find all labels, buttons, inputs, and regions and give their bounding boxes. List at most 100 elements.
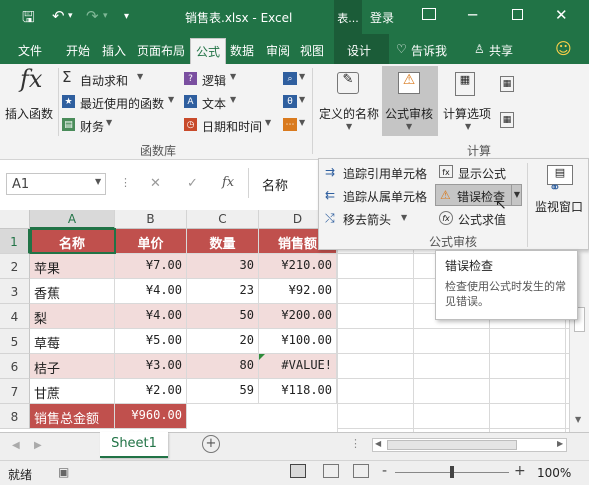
chevron-down-icon[interactable]: ▼ bbox=[168, 95, 174, 104]
row-header-1[interactable]: 1 bbox=[0, 229, 30, 254]
table-cell[interactable]: 20 bbox=[187, 329, 259, 354]
chevron-down-icon[interactable]: ▼ bbox=[265, 118, 271, 127]
tab-view[interactable]: 视图 bbox=[300, 42, 324, 59]
maximize-icon[interactable] bbox=[512, 9, 523, 20]
table-header-cell[interactable]: 单价 bbox=[115, 229, 187, 254]
tab-data[interactable]: 数据 bbox=[230, 42, 254, 59]
table-cell[interactable]: ¥100.00 bbox=[259, 329, 337, 354]
table-cell[interactable]: ¥200.00 bbox=[259, 304, 337, 329]
customize-toolbar-icon[interactable]: ▾ bbox=[124, 11, 129, 22]
row-header-8[interactable]: 8 bbox=[0, 404, 30, 429]
redo-icon[interactable]: ↷ bbox=[86, 7, 99, 25]
chevron-down-icon[interactable]: ▼ bbox=[299, 72, 305, 81]
autosum-button[interactable]: 自动求和 bbox=[80, 72, 128, 89]
table-cell[interactable]: 59 bbox=[187, 379, 259, 404]
table-cell[interactable]: 甘蔗 bbox=[30, 379, 115, 404]
zoom-in-button[interactable]: + bbox=[514, 463, 526, 479]
horizontal-scrollbar[interactable]: ◀ ▶ bbox=[372, 438, 567, 452]
table-cell[interactable]: ¥118.00 bbox=[259, 379, 337, 404]
table-cell[interactable]: 香蕉 bbox=[30, 279, 115, 304]
tab-page-layout[interactable]: 页面布局 bbox=[137, 42, 185, 59]
text-button[interactable]: 文本 bbox=[202, 95, 226, 112]
table-cell[interactable]: 50 bbox=[187, 304, 259, 329]
row-header-4[interactable]: 4 bbox=[0, 304, 30, 329]
table-cell[interactable]: 苹果 bbox=[30, 254, 115, 279]
chevron-down-icon[interactable]: ▼ bbox=[106, 118, 112, 127]
table-cell[interactable]: 80 bbox=[187, 354, 259, 379]
table-cell[interactable]: ¥4.00 bbox=[115, 304, 187, 329]
save-icon[interactable]: 🖫 bbox=[22, 7, 35, 32]
financial-button[interactable]: 财务 bbox=[80, 118, 104, 135]
datetime-button[interactable]: 日期和时间 bbox=[202, 118, 262, 135]
chevron-down-icon[interactable]: ▼ bbox=[230, 95, 236, 104]
chevron-down-icon[interactable]: ▼ bbox=[401, 213, 407, 222]
tab-formulas[interactable]: 公式 bbox=[190, 38, 226, 64]
page-break-view-icon[interactable] bbox=[353, 464, 369, 478]
scroll-down-icon[interactable]: ▼ bbox=[575, 415, 581, 424]
lookup-icon[interactable]: ⌕ bbox=[283, 72, 297, 85]
zoom-slider-thumb[interactable] bbox=[450, 466, 454, 478]
trace-precedents-button[interactable]: 追踪引用单元格 bbox=[343, 165, 427, 182]
macro-record-icon[interactable]: ▣ bbox=[58, 465, 69, 479]
h-scroll-thumb[interactable] bbox=[387, 440, 517, 450]
defined-names-button[interactable]: 定义的名称 bbox=[319, 105, 379, 122]
tab-insert[interactable]: 插入 bbox=[102, 42, 126, 59]
remove-arrows-button[interactable]: 移去箭头 bbox=[343, 211, 391, 228]
smiley-feedback-icon[interactable]: ☺ bbox=[555, 39, 572, 58]
undo-icon[interactable]: ↶ bbox=[52, 7, 65, 25]
calc-sheet-icon[interactable]: ▦ bbox=[500, 112, 514, 128]
chevron-down-icon[interactable]: ▼ bbox=[299, 95, 305, 104]
tab-design-label[interactable]: 设计 bbox=[347, 42, 371, 59]
next-sheet-icon[interactable]: ▶ bbox=[34, 440, 42, 451]
prev-sheet-icon[interactable]: ◀ bbox=[12, 440, 20, 451]
row-header-3[interactable]: 3 bbox=[0, 279, 30, 304]
recent-functions-button[interactable]: 最近使用的函数 bbox=[80, 95, 164, 112]
chevron-down-icon[interactable]: ▼ bbox=[95, 177, 101, 186]
redo-dropdown-icon[interactable]: ▾ bbox=[103, 11, 108, 21]
page-layout-view-icon[interactable] bbox=[323, 464, 339, 478]
column-header-a[interactable]: A bbox=[30, 210, 115, 229]
sheet-tab-sheet1[interactable]: Sheet1 bbox=[100, 432, 168, 458]
minimize-icon[interactable]: ─ bbox=[468, 6, 477, 24]
tab-review[interactable]: 审阅 bbox=[266, 42, 290, 59]
table-cell[interactable]: ¥5.00 bbox=[115, 329, 187, 354]
total-label-cell[interactable]: 销售总金额 bbox=[30, 404, 115, 429]
watch-window-button[interactable]: 监视窗口 bbox=[535, 198, 583, 215]
table-cell[interactable]: 梨 bbox=[30, 304, 115, 329]
ribbon-display-icon[interactable] bbox=[422, 8, 436, 20]
table-cell[interactable]: 23 bbox=[187, 279, 259, 304]
fx-icon[interactable]: fx bbox=[222, 175, 234, 190]
undo-dropdown-icon[interactable]: ▾ bbox=[68, 11, 73, 21]
calc-now-icon[interactable]: ▦ bbox=[500, 76, 514, 92]
chevron-down-icon[interactable]: ▼ bbox=[346, 122, 352, 131]
select-all-corner[interactable] bbox=[0, 210, 30, 229]
login-link[interactable]: 登录 bbox=[370, 9, 394, 26]
table-cell[interactable]: ¥4.00 bbox=[115, 279, 187, 304]
chevron-down-icon[interactable]: ▼ bbox=[230, 72, 236, 81]
logical-button[interactable]: 逻辑 bbox=[202, 72, 226, 89]
column-header-c[interactable]: C bbox=[187, 210, 259, 229]
zoom-level[interactable]: 100% bbox=[537, 466, 571, 480]
tab-file[interactable]: 文件 bbox=[18, 42, 42, 59]
row-header-2[interactable]: 2 bbox=[0, 254, 30, 279]
table-header-cell[interactable]: 名称 bbox=[30, 229, 115, 254]
tab-home[interactable]: 开始 bbox=[66, 42, 90, 59]
close-icon[interactable]: ✕ bbox=[555, 6, 568, 24]
enter-icon[interactable]: ✓ bbox=[187, 176, 198, 191]
row-header-5[interactable]: 5 bbox=[0, 329, 30, 354]
table-cell[interactable]: ¥210.00 bbox=[259, 254, 337, 279]
table-cell[interactable]: 草莓 bbox=[30, 329, 115, 354]
normal-view-icon[interactable] bbox=[290, 464, 306, 478]
zoom-out-button[interactable]: - bbox=[382, 463, 387, 479]
math-icon[interactable]: θ bbox=[283, 95, 297, 108]
more-functions-icon[interactable]: ⋯ bbox=[283, 118, 297, 131]
row-header-6[interactable]: 6 bbox=[0, 354, 30, 379]
calc-options-button[interactable]: 计算选项 bbox=[443, 105, 491, 122]
evaluate-formula-button[interactable]: 公式求值 bbox=[458, 211, 506, 228]
column-header-b[interactable]: B bbox=[115, 210, 187, 229]
chevron-down-icon[interactable]: ▼ bbox=[406, 122, 412, 131]
table-cell[interactable]: ¥3.00 bbox=[115, 354, 187, 379]
plus-icon[interactable]: + bbox=[202, 435, 220, 453]
share-button[interactable]: 共享 bbox=[489, 42, 513, 59]
table-cell[interactable]: ¥92.00 bbox=[259, 279, 337, 304]
